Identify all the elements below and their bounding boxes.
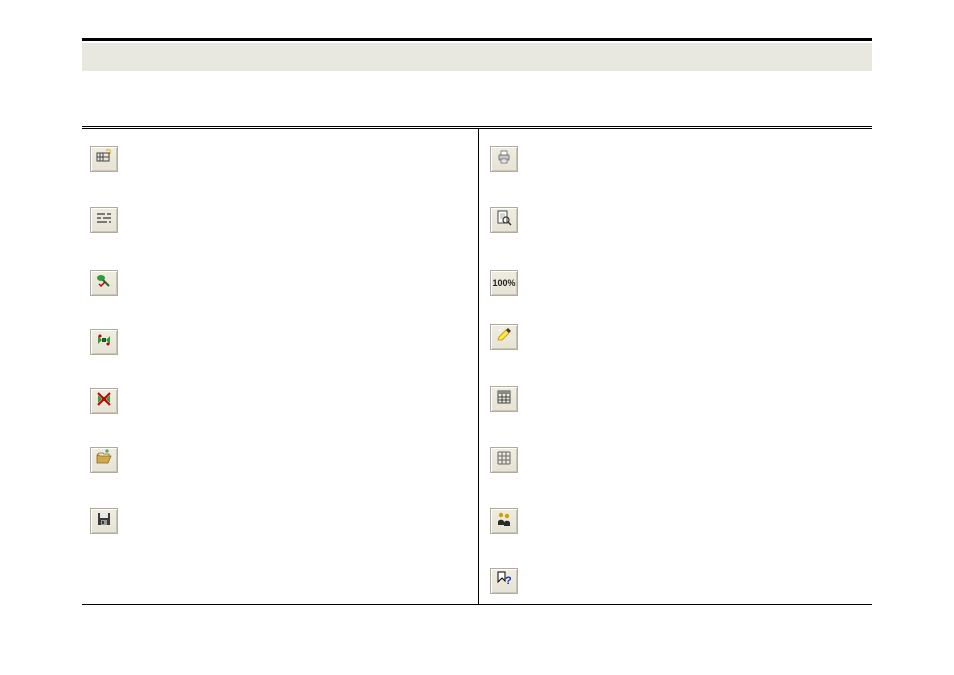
help-icon: ? xyxy=(495,570,513,593)
open-icon xyxy=(95,449,113,472)
generate-report-button[interactable] xyxy=(90,270,118,296)
preview-icon xyxy=(495,209,513,232)
highlight-icon xyxy=(495,326,513,349)
table-center-divider xyxy=(478,129,479,604)
header-band xyxy=(82,43,872,71)
grid-icon xyxy=(495,449,513,472)
connect-icon xyxy=(95,331,113,354)
new-icon xyxy=(95,148,113,171)
open-button[interactable] xyxy=(90,447,118,473)
svg-text:?: ? xyxy=(505,575,512,587)
print-icon xyxy=(495,148,513,171)
table-style-button[interactable] xyxy=(490,386,518,412)
table-top-border xyxy=(82,126,872,129)
disconnect-button[interactable] xyxy=(90,388,118,414)
table-style-icon xyxy=(495,388,513,411)
print-button[interactable] xyxy=(490,146,518,172)
disconnect-icon xyxy=(95,390,113,413)
connect-button[interactable] xyxy=(90,329,118,355)
statistics-button[interactable] xyxy=(490,508,518,534)
stats-icon xyxy=(495,510,513,533)
print-preview-button[interactable] xyxy=(490,207,518,233)
zoom-100-icon: 100% xyxy=(492,278,515,288)
save-icon xyxy=(95,510,113,533)
grid-button[interactable] xyxy=(490,447,518,473)
table-bottom-border xyxy=(82,604,872,605)
save-button[interactable] xyxy=(90,508,118,534)
highlight-exceptions-button[interactable] xyxy=(490,324,518,350)
top-divider xyxy=(82,38,872,41)
help-button[interactable]: ? xyxy=(490,568,518,594)
new-crosstab-button[interactable] xyxy=(90,146,118,172)
zoom-100-button[interactable]: 100% xyxy=(490,270,518,296)
design-mode-button[interactable] xyxy=(90,207,118,233)
design-icon xyxy=(95,209,113,232)
generate-icon xyxy=(95,272,113,295)
